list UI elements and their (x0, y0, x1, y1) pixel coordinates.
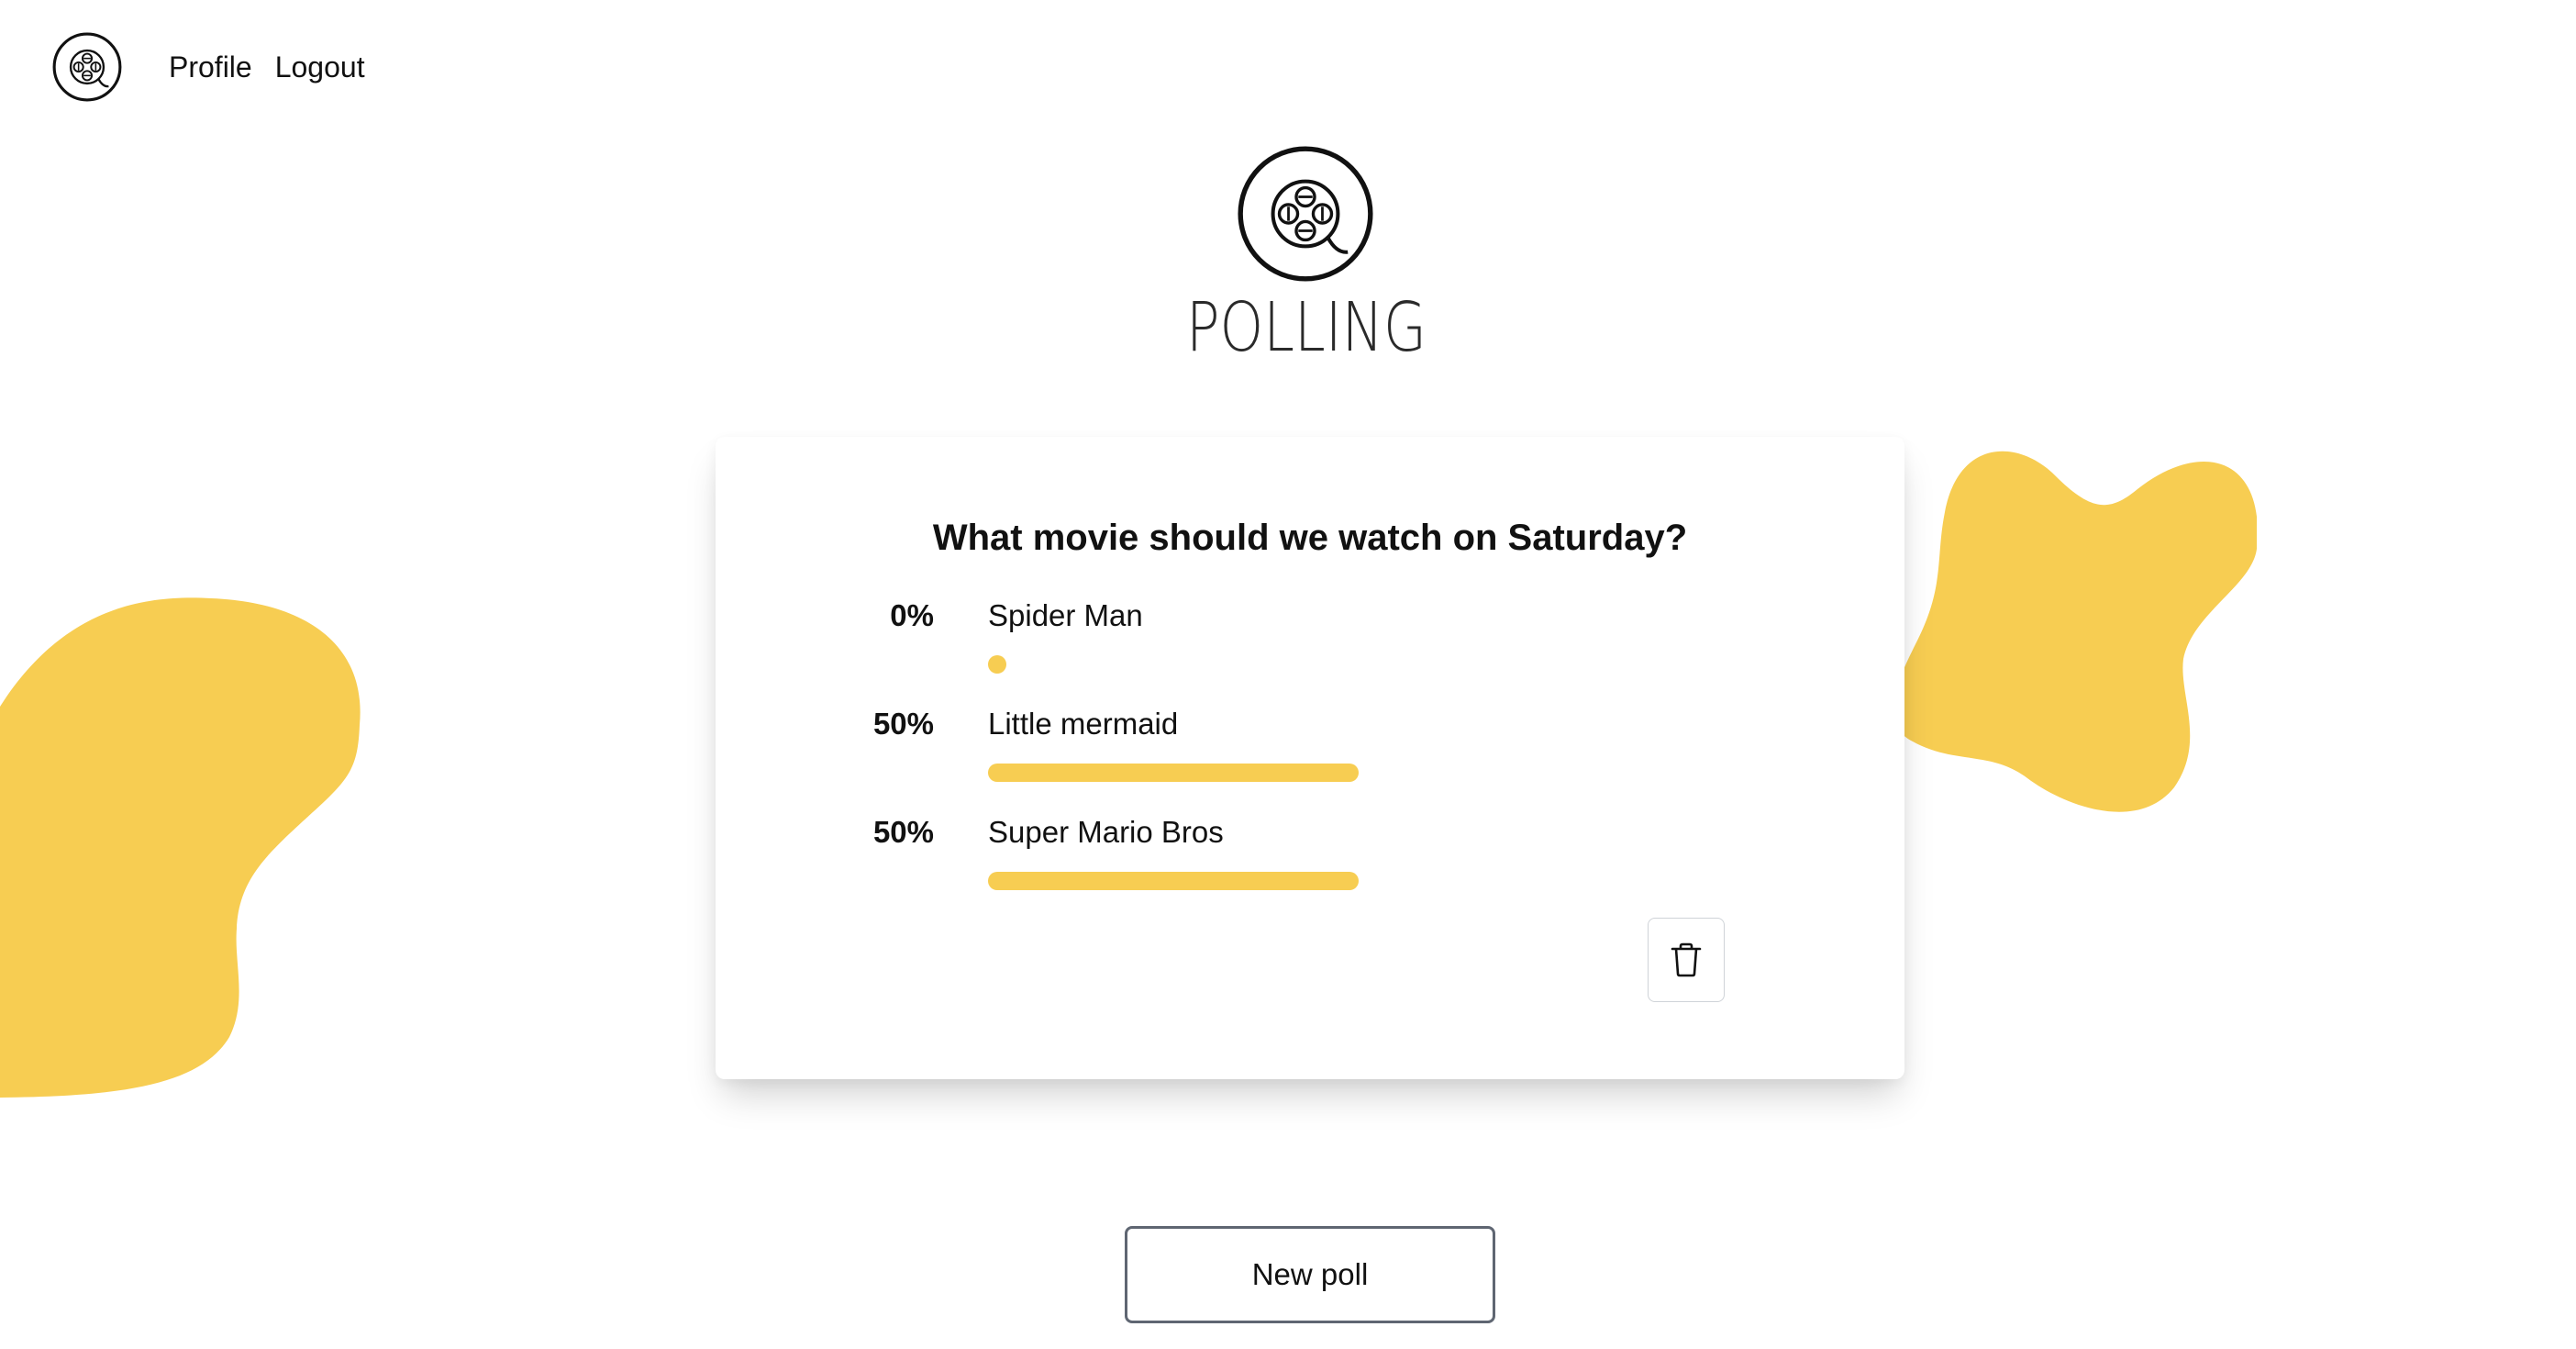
poll-option[interactable]: 50% Super Mario Bros (716, 814, 1904, 915)
poll-card: What movie should we watch on Saturday? … (716, 437, 1904, 1079)
brand-wordmark: POLLING (1186, 290, 1427, 360)
option-percentage: 50% (872, 815, 934, 849)
delete-poll-button[interactable] (1648, 918, 1725, 1002)
logout-link[interactable]: Logout (275, 50, 365, 84)
decorative-blob-right (1893, 451, 2257, 812)
svg-text:POLLING: POLLING (1186, 290, 1427, 360)
film-reel-logo-icon (1238, 146, 1373, 282)
vote-bar-fill (988, 764, 1359, 782)
vote-bar-track (988, 872, 1729, 890)
option-label: Little mermaid (988, 707, 1179, 741)
brand-header: POLLING (1169, 143, 1444, 363)
profile-link[interactable]: Profile (169, 50, 252, 84)
poll-question: What movie should we watch on Saturday? (932, 518, 1688, 558)
decorative-blob-left (0, 597, 361, 1098)
top-nav: Profile Logout (51, 31, 365, 103)
film-reel-logo-icon[interactable] (51, 31, 123, 103)
new-poll-button[interactable]: New poll (1125, 1226, 1495, 1323)
poll-option[interactable]: 0% Spider Man (716, 597, 1904, 698)
vote-bar-track (988, 764, 1729, 782)
option-label: Spider Man (988, 598, 1143, 632)
option-percentage: 0% (890, 598, 934, 632)
option-percentage: 50% (872, 707, 934, 741)
trash-icon (1671, 942, 1702, 977)
poll-option[interactable]: 50% Little mermaid (716, 706, 1904, 807)
vote-bar-track (988, 655, 1729, 674)
vote-bar-fill (988, 872, 1359, 890)
option-label: Super Mario Bros (988, 815, 1224, 849)
vote-bar-fill (988, 655, 1006, 674)
